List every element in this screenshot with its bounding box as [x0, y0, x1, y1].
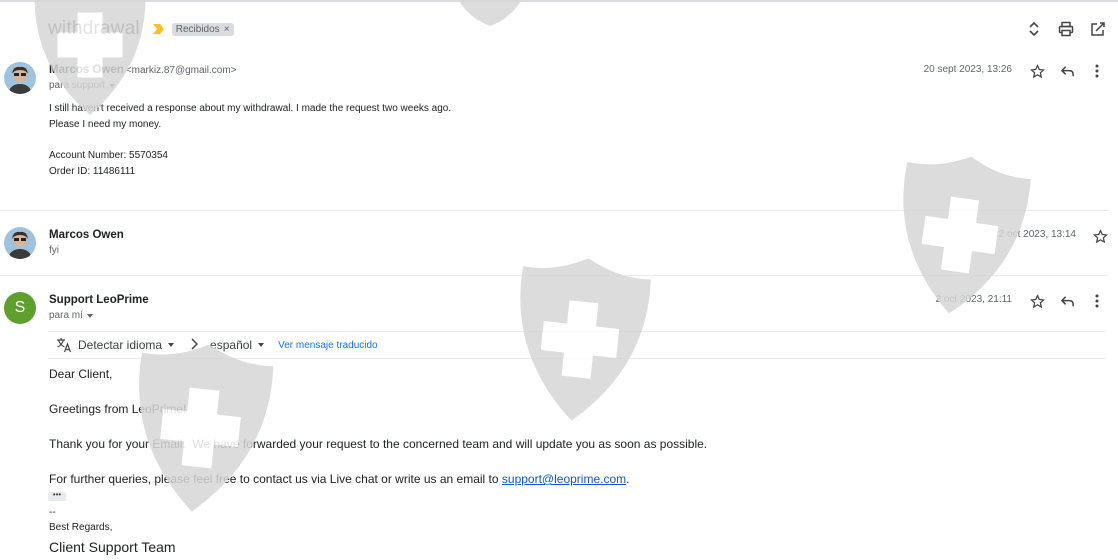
- open-new-window-icon[interactable]: [1088, 19, 1108, 39]
- view-translated-link[interactable]: Ver mensaje traducido: [278, 340, 378, 351]
- translate-icon: [57, 338, 72, 353]
- more-options-icon[interactable]: [1087, 291, 1107, 311]
- recipient-text: para mí: [49, 310, 83, 321]
- star-icon[interactable]: [1090, 226, 1110, 246]
- chevron-down-icon[interactable]: [86, 313, 93, 318]
- target-language-dropdown[interactable]: español: [210, 338, 265, 352]
- detect-language-dropdown[interactable]: Detectar idioma: [56, 337, 175, 353]
- message-date: 20 sept 2023, 13:26: [923, 64, 1012, 75]
- target-language-label: español: [210, 338, 253, 352]
- show-trimmed-content-button[interactable]: •••: [48, 491, 66, 501]
- avatar-marcos-owen[interactable]: [4, 62, 36, 94]
- signature-regards: Best Regards,: [49, 522, 113, 533]
- label-chip-inbox[interactable]: Recibidos ×: [171, 22, 234, 36]
- signature-team: Client Support Team: [49, 539, 176, 555]
- sender-name[interactable]: Marcos Owen: [49, 229, 124, 241]
- body-line: [49, 132, 451, 148]
- message-body: I still haven't received a response abou…: [49, 101, 451, 179]
- recipient-details[interactable]: para support: [49, 80, 116, 91]
- reply-icon[interactable]: [1057, 61, 1077, 81]
- sender-name-text: Marcos Owen: [49, 64, 124, 76]
- print-icon[interactable]: [1056, 19, 1076, 39]
- avatar-support-leoprime[interactable]: S: [4, 292, 36, 324]
- body-line-account-number: Account Number: 5570354: [49, 150, 168, 161]
- expand-all-icon[interactable]: [1024, 19, 1044, 39]
- reply-line: For further queries, please feel free to…: [49, 472, 629, 486]
- chevron-down-icon: [258, 343, 265, 347]
- sender-name: Marcos Owen <markiz.87@gmail.com>: [49, 64, 237, 76]
- top-border: [0, 0, 1118, 2]
- body-line-order-id: Order ID: 11486111: [49, 165, 136, 177]
- detect-language-label: Detectar idioma: [78, 338, 163, 352]
- message-snippet[interactable]: fyi: [49, 245, 59, 256]
- subject-bar: withdrawal Recibidos ×: [48, 16, 234, 42]
- message-date: 2 oct 2023, 21:11: [935, 294, 1012, 305]
- avatar-marcos-owen[interactable]: [4, 227, 36, 259]
- recipient-text: para support: [49, 80, 106, 91]
- reply-greeting: Dear Client,: [49, 367, 113, 381]
- thread-actions: [1024, 19, 1108, 39]
- reply-line: Greetings from LeoPrime!: [49, 402, 187, 416]
- message-date: 2 oct 2023, 13:14: [998, 229, 1076, 240]
- chevron-down-icon: [168, 343, 175, 347]
- sender-email: <markiz.87@gmail.com>: [125, 65, 237, 76]
- more-options-icon[interactable]: [1087, 61, 1107, 81]
- star-icon[interactable]: [1027, 291, 1047, 311]
- reply-line: Thank you for your Email. We have forwar…: [49, 437, 708, 451]
- message-divider: [0, 210, 1108, 211]
- translate-bar: Detectar idioma español Ver mensaje trad…: [48, 331, 1106, 359]
- avatar-letter: S: [14, 299, 26, 316]
- remove-label-icon[interactable]: ×: [224, 24, 230, 35]
- label-chip-text: Recibidos: [175, 23, 220, 35]
- recipient-details[interactable]: para mí: [49, 310, 93, 321]
- message-actions: [1027, 291, 1107, 311]
- shield-watermark-icon: [458, 0, 522, 26]
- sender-name: Support LeoPrime: [49, 294, 149, 306]
- signature-dash: --: [49, 507, 56, 518]
- importance-marker-icon[interactable]: [152, 23, 166, 35]
- message-actions: [1027, 61, 1107, 81]
- message-divider: [0, 275, 1108, 276]
- thread-subject: withdrawal: [48, 18, 140, 39]
- star-icon[interactable]: [1027, 61, 1047, 81]
- body-line: Please I need my money.: [49, 118, 162, 130]
- chevron-down-icon[interactable]: [109, 83, 116, 88]
- chevron-right-icon: [190, 337, 199, 353]
- support-email-link[interactable]: support@leoprime.com: [502, 472, 626, 486]
- body-line: I still haven't received a response abou…: [49, 103, 452, 114]
- reply-line-text: For further queries, please feel free to…: [49, 472, 502, 486]
- reply-line-suffix: .: [626, 472, 630, 486]
- shield-watermark-icon: [139, 344, 274, 512]
- reply-icon[interactable]: [1057, 291, 1077, 311]
